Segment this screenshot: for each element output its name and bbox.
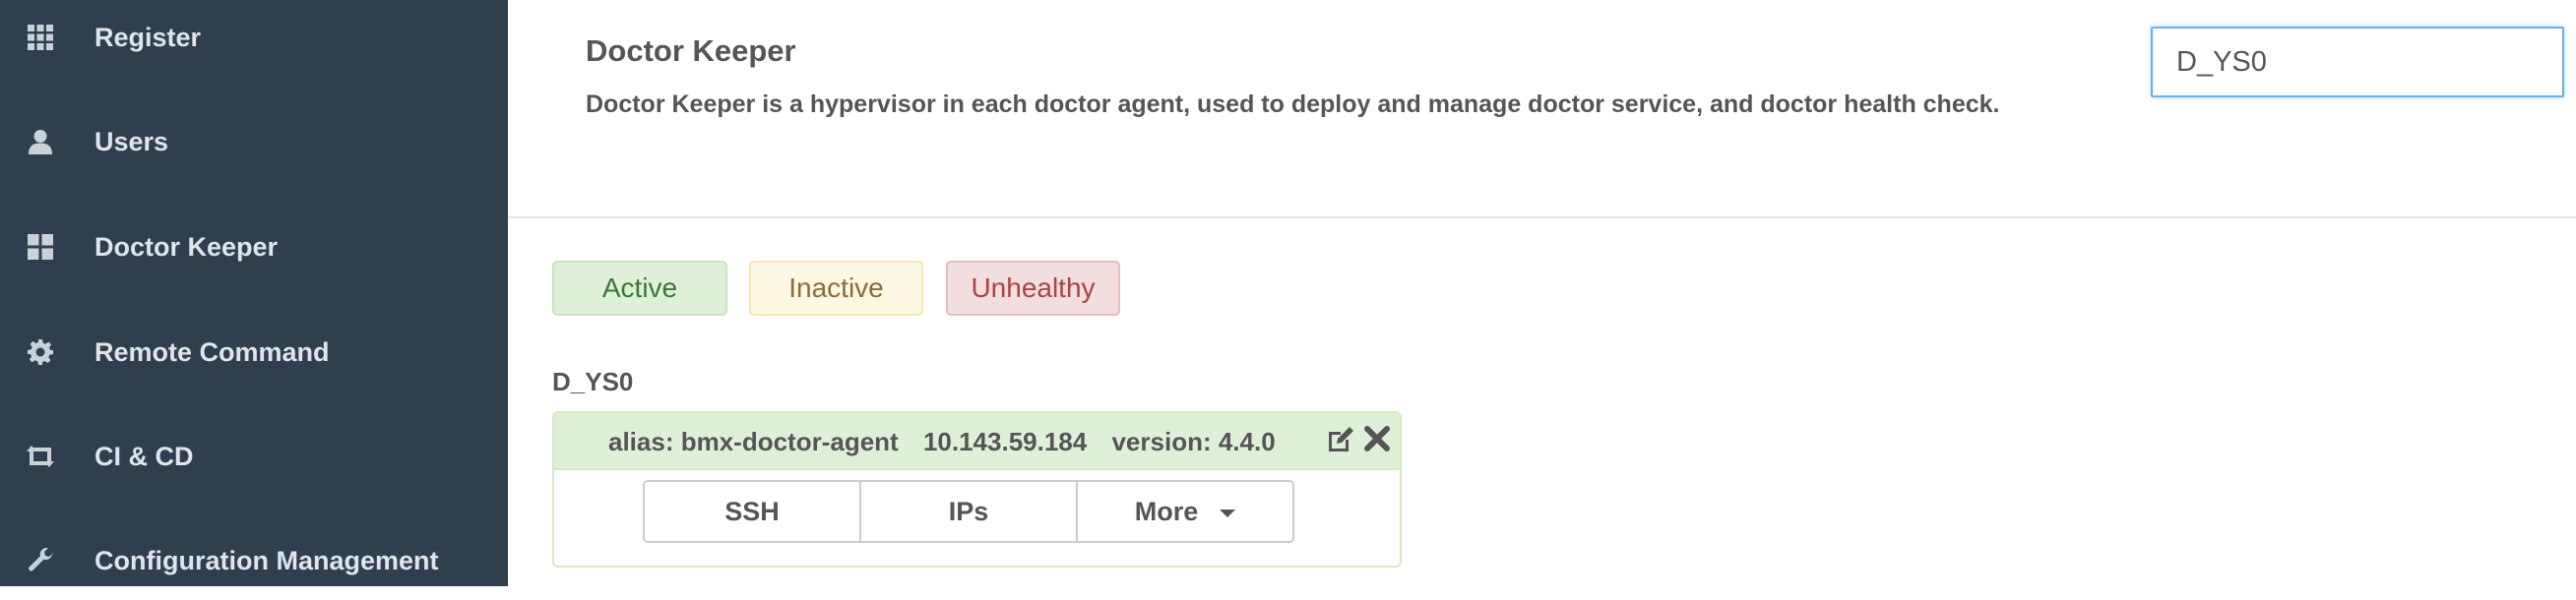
filter-unhealthy-button[interactable]: Unhealthy — [946, 261, 1120, 316]
wrench-icon — [24, 544, 57, 577]
page-title: Doctor Keeper — [586, 33, 796, 68]
agent-card: alias: bmx-doctor-agent 10.143.59.184 ve… — [552, 411, 1402, 568]
filter-inactive-button[interactable]: Inactive — [749, 261, 923, 316]
filter-active-button[interactable]: Active — [552, 261, 727, 316]
sidebar-item-remote-command[interactable]: Remote Command — [0, 313, 508, 391]
agent-card-header: alias: bmx-doctor-agent 10.143.59.184 ve… — [554, 413, 1400, 470]
sidebar-item-label: CI & CD — [94, 441, 194, 471]
agent-ip: 10.143.59.184 — [922, 427, 1088, 456]
group-title: D_YS0 — [552, 367, 634, 396]
sidebar: Register Users Doctor Keeper Remote Comm… — [0, 0, 508, 586]
sidebar-item-label: Users — [94, 126, 169, 156]
page-description: Doctor Keeper is a hypervisor in each do… — [586, 90, 2000, 118]
retweet-icon — [24, 440, 57, 473]
sidebar-item-label: Remote Command — [94, 336, 330, 367]
more-dropdown-button[interactable]: More — [1076, 480, 1294, 543]
sidebar-item-configuration-management[interactable]: Configuration Management — [0, 521, 508, 600]
ssh-button[interactable]: SSH — [643, 480, 861, 543]
ips-button[interactable]: IPs — [859, 480, 1078, 543]
more-label: More — [1134, 496, 1199, 526]
close-icon[interactable] — [1363, 425, 1391, 452]
agent-alias: alias: bmx-doctor-agent — [608, 427, 899, 456]
sidebar-item-label: Doctor Keeper — [94, 231, 279, 262]
sidebar-item-register[interactable]: Register — [0, 0, 508, 77]
agent-version: version: 4.4.0 — [1111, 427, 1276, 456]
agent-action-buttons: SSH IPs More — [643, 480, 1294, 543]
dashboard-icon — [24, 230, 57, 264]
sidebar-item-label: Configuration Management — [94, 545, 439, 575]
gear-icon — [24, 335, 57, 369]
sidebar-item-users[interactable]: Users — [0, 102, 508, 181]
sidebar-item-doctor-keeper[interactable]: Doctor Keeper — [0, 208, 508, 286]
sidebar-item-label: Register — [94, 22, 202, 52]
grid-icon — [24, 21, 57, 54]
page-header: Doctor Keeper Doctor Keeper is a hypervi… — [508, 0, 2576, 218]
agent-info: alias: bmx-doctor-agent 10.143.59.184 ve… — [608, 427, 1293, 457]
user-icon — [24, 125, 57, 158]
search-input[interactable] — [2151, 27, 2564, 97]
sidebar-item-ci-cd[interactable]: CI & CD — [0, 417, 508, 496]
caret-down-icon — [1220, 509, 1236, 517]
edit-icon[interactable] — [1326, 425, 1355, 454]
